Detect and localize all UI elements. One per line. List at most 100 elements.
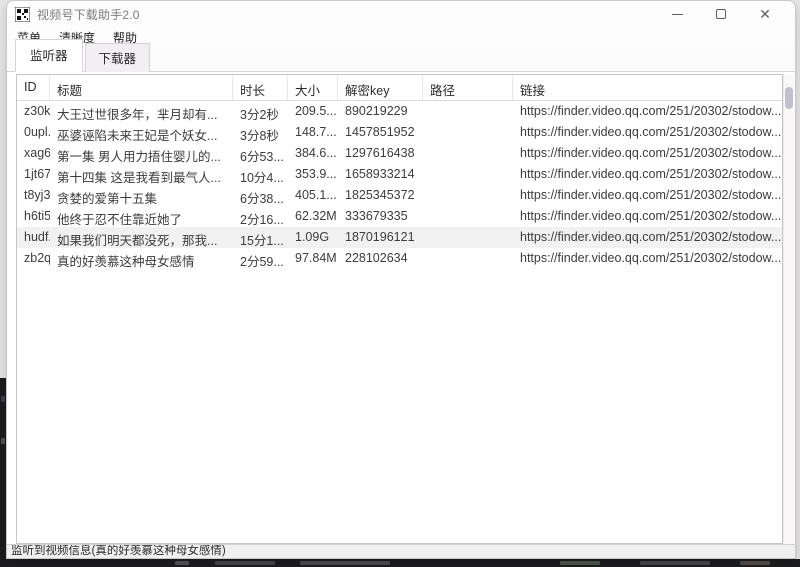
taskbar-fragment	[740, 561, 770, 565]
cell-key: 890219229	[338, 101, 423, 122]
tab-listener-label: 监听器	[30, 49, 68, 63]
table-row[interactable]: zb2q...真的好羡慕这种母女感情2分59...97.84M228102634…	[17, 248, 782, 269]
cell-key: 1457851952	[338, 122, 423, 143]
tabstrip: 监听器 下载器	[7, 47, 795, 72]
tab-downloader-label: 下载器	[99, 52, 137, 66]
cell-size: 209.5...	[288, 101, 338, 122]
cell-key: 1297616438	[338, 143, 423, 164]
cell-duration: 2分59...	[233, 248, 288, 269]
column-header-id[interactable]: ID	[17, 75, 50, 101]
cell-size: 1.09G	[288, 227, 338, 248]
cell-title: 巫婆诬陷未来王妃是个妖女...	[50, 122, 233, 143]
cell-link: https://finder.video.qq.com/251/20302/st…	[513, 122, 782, 143]
cell-id: t8yj3...	[17, 185, 50, 206]
titlebar: 视频号下载助手2.0 ✕	[7, 1, 795, 27]
table-row[interactable]: 1jt67...第十四集 这是我看到最气人...10分4...353.9...1…	[17, 164, 782, 185]
cell-id: 1jt67...	[17, 164, 50, 185]
cell-duration: 6分38...	[233, 185, 288, 206]
cell-link: https://finder.video.qq.com/251/20302/st…	[513, 164, 782, 185]
taskbar-fragment	[560, 561, 600, 565]
status-text: 监听到视频信息(真的好羡慕这种母女感情)	[11, 545, 226, 557]
cell-link: https://finder.video.qq.com/251/20302/st…	[513, 248, 782, 269]
cell-path	[423, 248, 513, 269]
maximize-icon	[716, 9, 726, 19]
table-row[interactable]: z30k...大王过世很多年，芈月却有...3分2秒209.5...890219…	[17, 101, 782, 122]
cell-size: 97.84M	[288, 248, 338, 269]
cell-path	[423, 122, 513, 143]
cell-link: https://finder.video.qq.com/251/20302/st…	[513, 206, 782, 227]
cell-title: 贪婪的爱第十五集	[50, 185, 233, 206]
tab-downloader[interactable]: 下载器	[85, 43, 151, 72]
cell-id: z30k...	[17, 101, 50, 122]
cell-link: https://finder.video.qq.com/251/20302/st…	[513, 227, 782, 248]
cell-size: 384.6...	[288, 143, 338, 164]
cell-size: 353.9...	[288, 164, 338, 185]
vertical-scrollbar[interactable]	[783, 74, 794, 544]
taskbar-fragment	[640, 561, 710, 565]
backdrop-mark	[1, 396, 5, 402]
column-header-title[interactable]: 标题	[50, 75, 233, 101]
cell-link: https://finder.video.qq.com/251/20302/st…	[513, 185, 782, 206]
taskbar-fragment	[175, 561, 189, 565]
table-row[interactable]: xag6...第一集 男人用力捂住婴儿的...6分53...384.6...12…	[17, 143, 782, 164]
cell-duration: 6分53...	[233, 143, 288, 164]
cell-id: zb2q...	[17, 248, 50, 269]
cell-title: 真的好羡慕这种母女感情	[50, 248, 233, 269]
close-icon: ✕	[759, 6, 771, 23]
cell-duration: 2分16...	[233, 206, 288, 227]
cell-key: 1825345372	[338, 185, 423, 206]
cell-size: 62.32M	[288, 206, 338, 227]
table-row[interactable]: 0upl...巫婆诬陷未来王妃是个妖女...3分8秒148.7...145785…	[17, 122, 782, 143]
cell-key: 1870196121	[338, 227, 423, 248]
cell-key: 228102634	[338, 248, 423, 269]
cell-id: h6ti5...	[17, 206, 50, 227]
cell-path	[423, 101, 513, 122]
background-taskbar-strip	[0, 559, 800, 567]
status-bar: 监听到视频信息(真的好羡慕这种母女感情)	[7, 544, 795, 558]
table-body: z30k...大王过世很多年，芈月却有...3分2秒209.5...890219…	[17, 101, 782, 269]
table-row[interactable]: t8yj3...贪婪的爱第十五集6分38...405.1...182534537…	[17, 185, 782, 206]
cell-duration: 3分8秒	[233, 122, 288, 143]
cell-link: https://finder.video.qq.com/251/20302/st…	[513, 101, 782, 122]
column-header-duration[interactable]: 时长	[233, 75, 288, 101]
backdrop-mark	[1, 438, 5, 444]
column-header-path[interactable]: 路径	[423, 75, 513, 101]
cell-title: 第十四集 这是我看到最气人...	[50, 164, 233, 185]
video-table: ID 标题 时长 大小 解密key 路径 链接 z30k...大王过世很多年，芈…	[16, 74, 783, 544]
minimize-icon	[672, 14, 683, 15]
table-row[interactable]: hudf...如果我们明天都没死，那我...15分1...1.09G187019…	[17, 227, 782, 248]
taskbar-fragment	[300, 561, 390, 565]
cell-duration: 15分1...	[233, 227, 288, 248]
cell-id: hudf...	[17, 227, 50, 248]
cell-path	[423, 206, 513, 227]
cell-size: 405.1...	[288, 185, 338, 206]
cell-path	[423, 143, 513, 164]
taskbar-fragment	[215, 561, 275, 565]
cell-path	[423, 185, 513, 206]
cell-key: 1658933214	[338, 164, 423, 185]
scrollbar-thumb[interactable]	[785, 87, 793, 109]
cell-path	[423, 227, 513, 248]
cell-title: 大王过世很多年，芈月却有...	[50, 101, 233, 122]
tab-listener[interactable]: 监听器	[15, 39, 83, 72]
column-header-size[interactable]: 大小	[288, 75, 338, 101]
cell-duration: 10分4...	[233, 164, 288, 185]
table-row[interactable]: h6ti5...他终于忍不住靠近她了2分16...62.32M333679335…	[17, 206, 782, 227]
cell-link: https://finder.video.qq.com/251/20302/st…	[513, 143, 782, 164]
tab-content-pane: ID 标题 时长 大小 解密key 路径 链接 z30k...大王过世很多年，芈…	[7, 72, 795, 544]
cell-title: 他终于忍不住靠近她了	[50, 206, 233, 227]
window-controls: ✕	[655, 1, 787, 27]
column-header-link[interactable]: 链接	[513, 75, 782, 101]
cell-size: 148.7...	[288, 122, 338, 143]
app-window: 视频号下载助手2.0 ✕ 菜单 清晰度 帮助 监听器 下载器 ID 标题 时长 …	[6, 0, 796, 559]
cell-title: 第一集 男人用力捂住婴儿的...	[50, 143, 233, 164]
cell-duration: 3分2秒	[233, 101, 288, 122]
column-header-key[interactable]: 解密key	[338, 75, 423, 101]
window-title: 视频号下载助手2.0	[37, 6, 140, 23]
cell-title: 如果我们明天都没死，那我...	[50, 227, 233, 248]
app-icon	[15, 7, 30, 22]
cell-id: 0upl...	[17, 122, 50, 143]
close-button[interactable]: ✕	[743, 1, 787, 27]
minimize-button[interactable]	[655, 1, 699, 27]
maximize-button[interactable]	[699, 1, 743, 27]
